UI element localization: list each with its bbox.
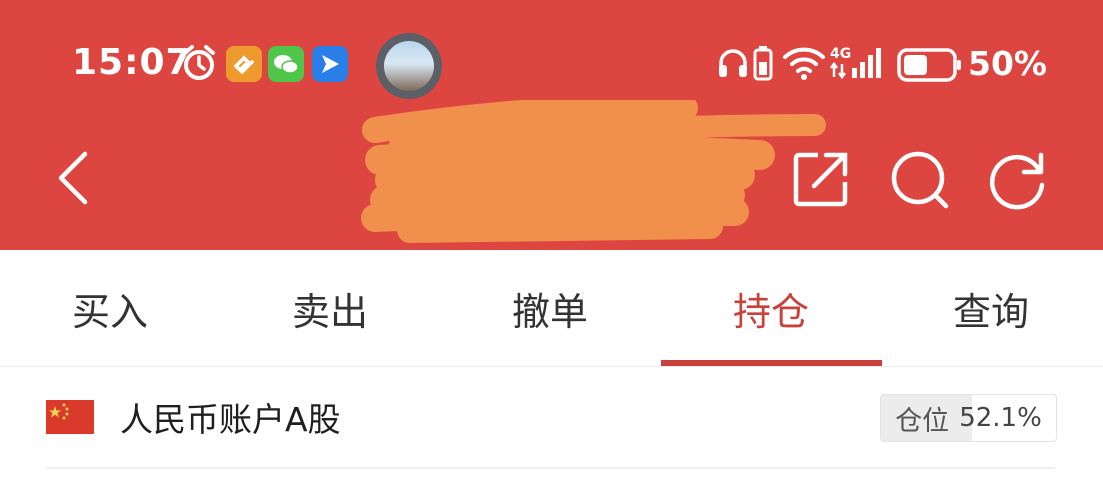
position-label: 仓位 [895,405,950,437]
wechat-icon [268,46,304,82]
profile-avatar [376,33,442,99]
back-icon[interactable] [52,148,92,208]
svg-text:4G: 4G [830,46,851,62]
position-value: 52.1% [959,403,1042,433]
battery-icon [897,48,961,82]
china-flag-icon [46,400,94,434]
tab-buy[interactable]: 买入 [0,250,220,366]
tab-sell[interactable]: 卖出 [220,250,440,366]
alarm-icon [183,45,215,80]
headphones-icon [719,49,747,77]
tab-cancel-order[interactable]: 撤单 [440,250,660,366]
position-ratio-badge: 仓位 52.1% [880,394,1057,442]
share-icon[interactable] [792,150,850,208]
app-header: 15:07 4G 50% [0,0,1103,250]
redacted-title [361,100,826,243]
wifi-icon [783,47,825,80]
refresh-icon[interactable] [988,150,1050,210]
active-tab-indicator [661,360,882,366]
app-notification-icon [226,46,262,82]
tab-holdings[interactable]: 持仓 [661,250,881,366]
row-divider [46,467,1055,469]
app-notification-icon [312,46,348,82]
4g-signal-icon: 4G [830,46,881,80]
account-label: 人民币账户A股 [120,400,341,439]
status-time: 15:07 [72,42,192,83]
tab-query[interactable]: 查询 [881,250,1101,366]
search-icon[interactable] [888,150,952,210]
battery-percent: 50% [968,44,1047,83]
battery-saver-icon [753,46,773,81]
trade-tabs: 买入 卖出 撤单 持仓 查询 [0,250,1103,367]
